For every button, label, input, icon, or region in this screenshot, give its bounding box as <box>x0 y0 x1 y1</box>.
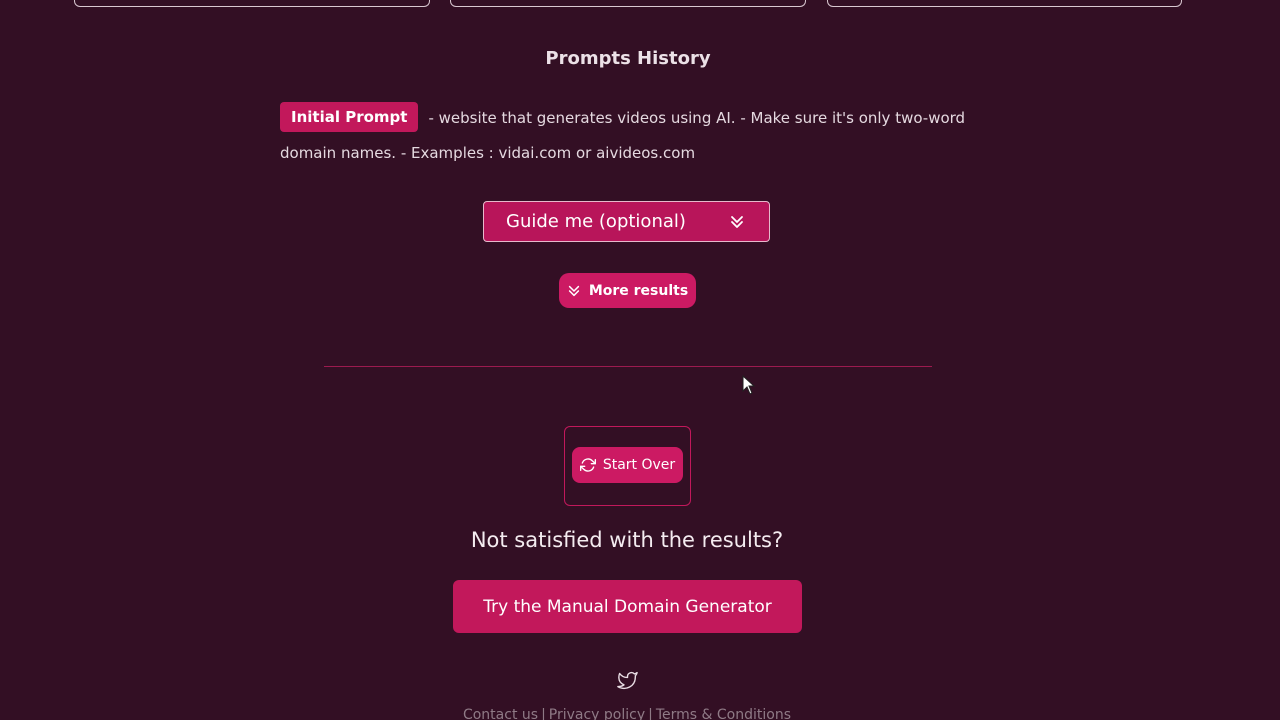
contact-us-link[interactable]: Contact us <box>463 707 538 720</box>
twitter-icon[interactable] <box>617 670 638 691</box>
more-results-button[interactable]: More results <box>559 273 696 308</box>
refresh-icon <box>579 458 596 472</box>
result-card-3[interactable] <box>827 0 1182 7</box>
terms-link[interactable]: Terms & Conditions <box>656 707 791 720</box>
guide-me-button[interactable]: Guide me (optional) <box>483 201 770 242</box>
more-results-label: More results <box>588 282 689 299</box>
privacy-policy-link[interactable]: Privacy policy <box>549 707 645 720</box>
prompt-history-entry: Initial Prompt - website that generates v… <box>280 101 980 171</box>
initial-prompt-badge: Initial Prompt <box>280 102 419 132</box>
start-over-button[interactable]: Start Over <box>572 447 683 483</box>
footer-links: Contact us | Privacy policy | Terms & Condit… <box>0 707 1254 720</box>
result-card-2[interactable] <box>450 0 806 7</box>
footer-separator: | <box>648 707 653 720</box>
prompts-history-title: Prompts History <box>545 48 711 69</box>
mouse-cursor-icon <box>742 375 756 395</box>
guide-me-label: Guide me (optional) <box>506 211 686 232</box>
result-card-1[interactable] <box>74 0 430 7</box>
footer-separator: | <box>541 707 546 720</box>
chevron-double-down-icon <box>731 216 743 228</box>
page: Prompts History Initial Prompt - website … <box>0 0 1280 720</box>
not-satisfied-text: Not satisfied with the results? <box>470 528 784 552</box>
start-over-label: Start Over <box>602 457 676 473</box>
section-divider <box>324 366 932 367</box>
manual-domain-generator-button[interactable]: Try the Manual Domain Generator <box>453 580 802 633</box>
chevron-double-down-icon <box>568 285 579 296</box>
